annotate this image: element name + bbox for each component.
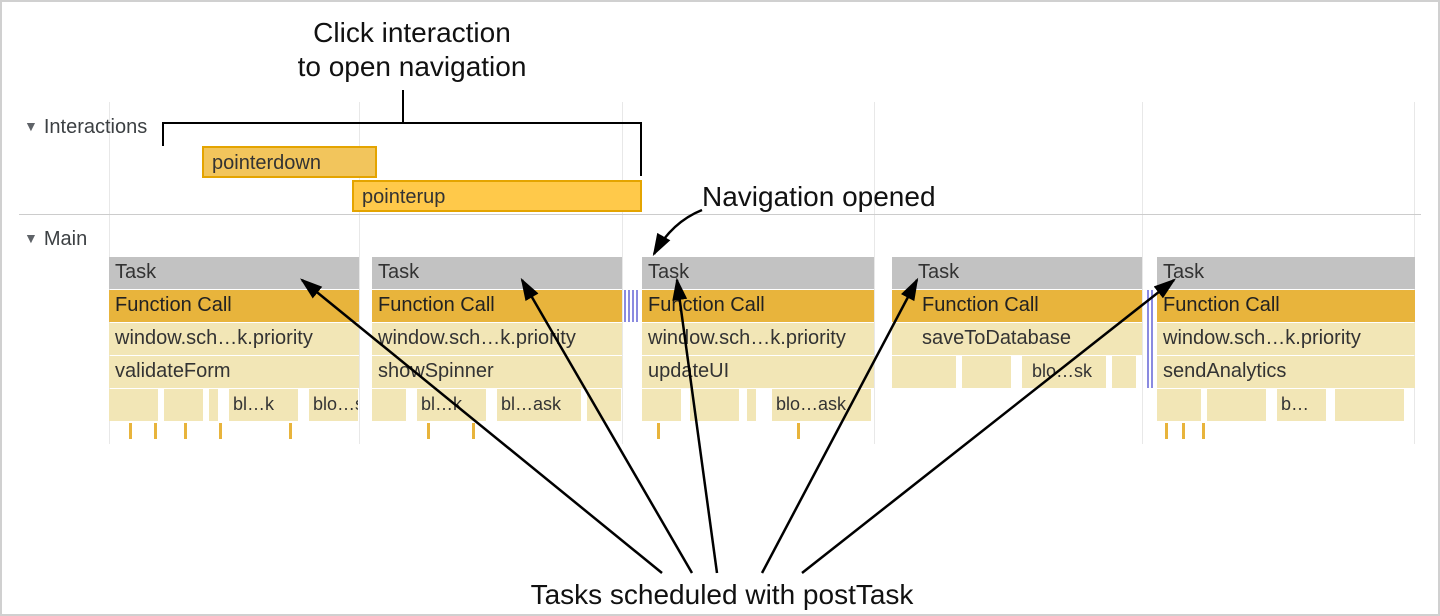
interaction-pointerup[interactable]: pointerup [352,180,642,212]
track-label: Main [44,228,87,250]
stack-frame[interactable]: window.sch…k.priority [109,323,359,355]
stack-frame[interactable]: validateForm [109,356,359,388]
microtask-stripes [624,290,642,322]
annotation-click-interaction: Click interaction to open navigation [212,16,612,83]
stack-frame[interactable]: window.sch…k.priority [372,323,622,355]
stack-frame[interactable]: saveToDatabase [892,323,1142,355]
function-call-bar[interactable]: Function Call [642,290,874,322]
function-call-bar[interactable]: Function Call [1157,290,1415,322]
track-label: Interactions [44,116,147,138]
task-column: Task Function Call window.sch…k.priority… [642,257,874,421]
task-column: Task Function Call window.sch…k.priority… [1157,257,1415,421]
function-call-bar[interactable]: Function Call [109,290,359,322]
task-bar[interactable]: Task [642,257,874,289]
frag-row: bl…k blo…sk [109,389,359,421]
interaction-pointerdown[interactable]: pointerdown [202,146,377,178]
chevron-down-icon[interactable]: ▼ [24,118,38,134]
task-bar[interactable]: Task [1157,257,1415,289]
bracket-interactions [162,122,642,124]
frag-row: bl…k bl…ask [372,389,622,421]
microtask-stripes [1147,290,1157,388]
annotation-navigation-opened: Navigation opened [702,180,936,214]
task-column: Task Function Call window.sch…k.priority… [109,257,359,421]
devtools-flamechart-figure: Click interaction to open navigation ▼ In… [0,0,1440,616]
track-main[interactable]: ▼ Main [24,228,87,251]
task-bar[interactable]: Task [892,257,1142,289]
task-column: Task Function Call saveToDatabase blo…sk [892,257,1142,420]
track-interactions[interactable]: ▼ Interactions [24,116,147,139]
frag-row: blo…ask [642,389,874,421]
frag-row: b… [1157,389,1415,421]
stack-frame[interactable]: sendAnalytics [1157,356,1415,388]
task-bar[interactable]: Task [372,257,622,289]
stack-frame[interactable]: updateUI [642,356,874,388]
chevron-down-icon[interactable]: ▼ [24,230,38,246]
annotation-postTask: Tasks scheduled with postTask [402,578,1042,612]
stack-frame[interactable]: window.sch…k.priority [642,323,874,355]
function-call-bar[interactable]: Function Call [372,290,622,322]
task-column: Task Function Call window.sch…k.priority… [372,257,622,421]
stack-frame[interactable]: window.sch…k.priority [1157,323,1415,355]
frag-row: blo…sk [892,356,1142,388]
divider [19,214,1421,215]
stack-frame[interactable]: showSpinner [372,356,622,388]
task-bar[interactable]: Task [109,257,359,289]
function-call-bar[interactable]: Function Call [892,290,1142,322]
